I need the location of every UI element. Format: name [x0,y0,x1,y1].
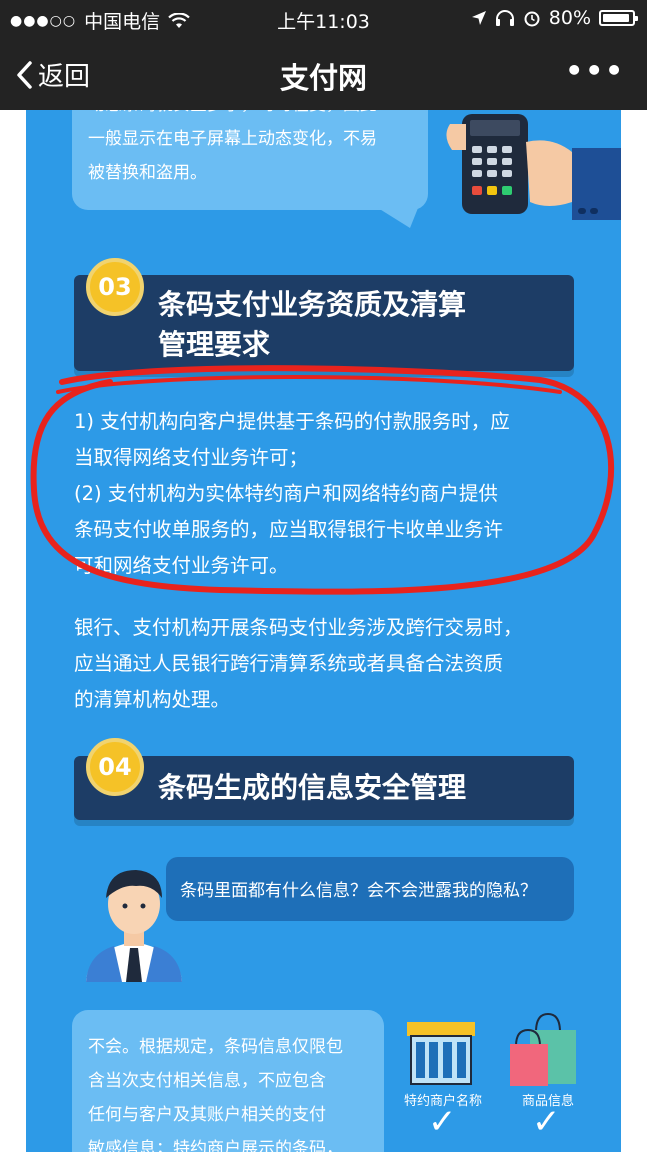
dynamic-code-bubble: 动态条码就安全多了，时时在变，因此 一般显示在电子屏幕上动态变化，不易 被替换和… [72,110,428,210]
requirement-line: (2) 支付机构为实体特约商户和网络特约商户提供 [74,482,498,505]
article-infographic: 动态条码就安全多了，时时在变，因此 一般显示在电子屏幕上动态变化，不易 被替换和… [26,110,621,1152]
answer-line: 敏感信息；特约商户展示的条码， [88,1139,343,1152]
bubble-line: 一般显示在电子屏幕上动态变化，不易 [88,129,377,149]
bubble-line: 动态条码就安全多了，时时在变，因此 [88,110,377,122]
shopping-bags-icon [510,1012,576,1086]
headphones-icon [495,10,514,26]
pos-terminal-icon [446,114,621,220]
answer-line: 任何与客户及其账户相关的支付 [88,1105,326,1125]
storefront-icon [407,1022,475,1085]
section-04-badge: 04 [86,738,144,796]
status-bar: ●●●○○ 中国电信 上午11:03 80% [0,0,647,36]
question-text: 条码里面都有什么信息？会不会泄露我的隐私？ [180,881,537,901]
section-04-header: 条码生成的信息安全管理 [74,756,574,820]
alarm-icon [524,11,540,27]
question-bubble: 条码里面都有什么信息？会不会泄露我的隐私？ [166,857,574,921]
answer-bubble: 不会。根据规定，条码信息仅限包 含当次支付相关信息，不应包含 任何与客户及其账户… [72,1010,384,1152]
section-04-title: 条码生成的信息安全管理 [158,771,467,804]
requirement-line: 条码支付收单服务的，应当取得银行卡收单业务许 [74,518,504,541]
battery-icon [599,10,638,26]
section-03-title-line: 条码支付业务资质及清算 [158,288,467,321]
clearing-line: 应当通过人民银行跨行清算系统或者具备合法资质 [74,652,504,675]
page-title: 支付网 [279,61,367,95]
battery-percent: 80% [548,7,591,29]
requirements-text: 1) 支付机构向客户提供基于条码的付款服务时，应 当取得网络支付业务许可； (2… [74,404,510,584]
section-03-title-line: 管理要求 [158,328,271,361]
more-options-button[interactable]: ••• [565,54,625,87]
section-03-header: 条码支付业务资质及清算 管理要求 [74,275,574,371]
checkmark-icon: ✓ [532,1102,561,1142]
answer-line: 含当次支付相关信息，不应包含 [88,1071,326,1091]
clearing-line: 银行、支付机构开展条码支付业务涉及跨行交易时， [74,616,523,639]
bubble-tail-icon [378,208,418,228]
clearing-line: 的清算机构处理。 [74,688,231,711]
location-arrow-icon [471,11,486,25]
answer-line: 不会。根据规定，条码信息仅限包 [88,1037,343,1057]
section-03-badge: 03 [86,258,144,316]
clearing-text: 银行、支付机构开展条码支付业务涉及跨行交易时， 应当通过人民银行跨行清算系统或者… [74,610,523,718]
navigation-bar: 返回 支付网 ••• [0,36,647,110]
bubble-line: 被替换和盗用。 [88,163,207,183]
requirement-line: 当取得网络支付业务许可； [74,446,309,469]
requirement-line: 可和网络支付业务许可。 [74,554,289,577]
requirement-line: 1) 支付机构向客户提供基于条码的付款服务时，应 [74,410,510,433]
checkmark-icon: ✓ [428,1102,457,1142]
